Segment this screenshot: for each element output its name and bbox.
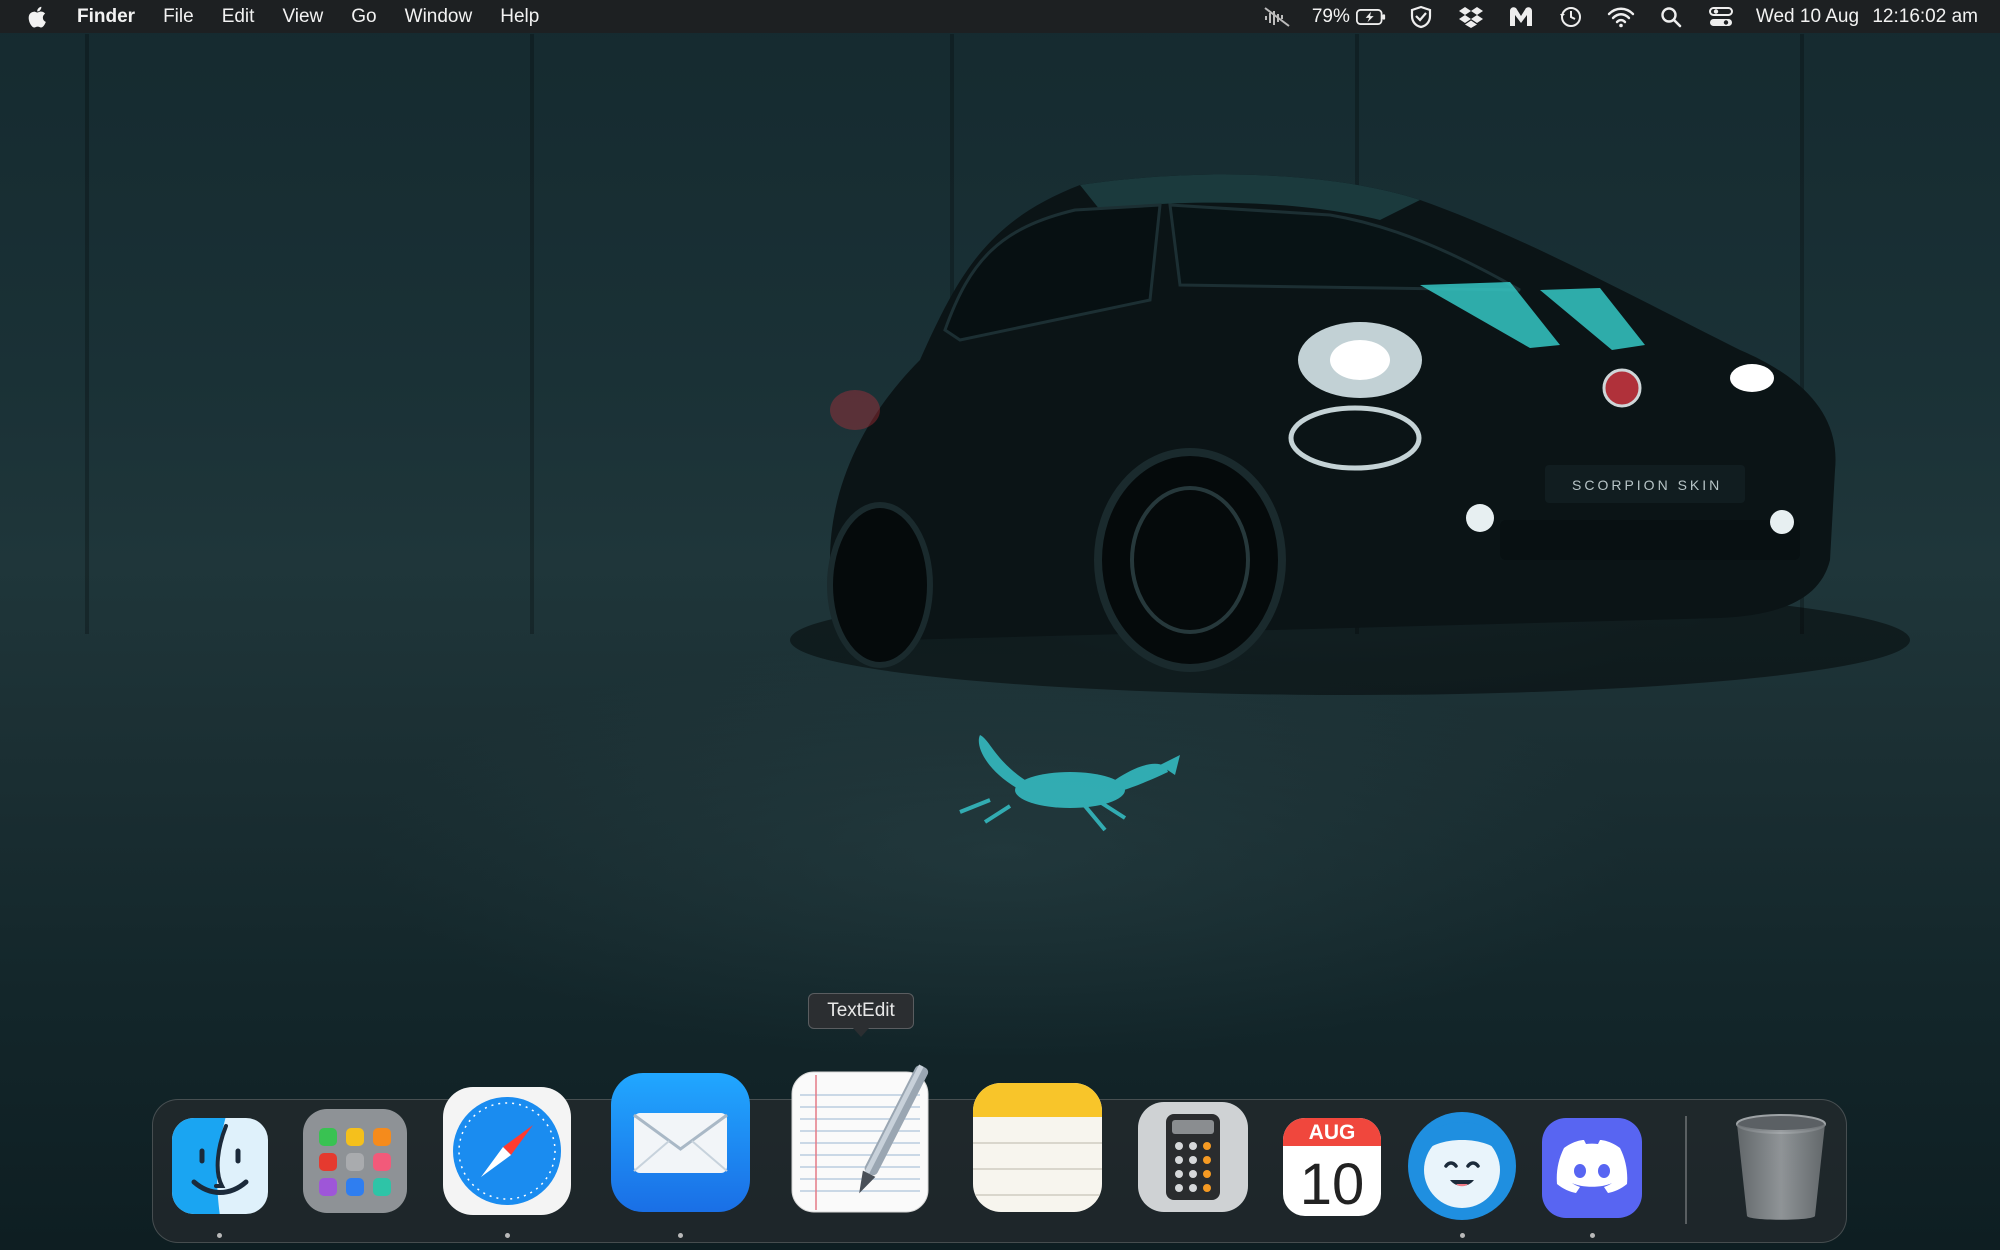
malwarebytes-icon[interactable] xyxy=(1506,5,1536,29)
dock-finder-icon[interactable] xyxy=(170,1116,270,1216)
dock-flycut-icon[interactable] xyxy=(1406,1110,1518,1222)
menu-window[interactable]: Window xyxy=(405,6,473,28)
dock-launchpad-icon[interactable] xyxy=(300,1106,410,1216)
apple-icon[interactable] xyxy=(25,4,51,30)
dock-discord-icon[interactable] xyxy=(1540,1116,1644,1220)
wifi-icon[interactable] xyxy=(1606,5,1636,29)
dock-safari-icon[interactable] xyxy=(441,1085,573,1217)
menu-help[interactable]: Help xyxy=(500,6,539,28)
mute-icon[interactable] xyxy=(1262,5,1292,29)
calendar-day: 10 xyxy=(1300,1152,1365,1217)
dock-calendar-icon[interactable]: AUG 10 xyxy=(1281,1116,1383,1218)
running-indicator-flycut xyxy=(1460,1233,1465,1238)
menu-view[interactable]: View xyxy=(282,6,323,28)
running-indicator-discord xyxy=(1590,1233,1595,1238)
running-indicator-mail xyxy=(678,1233,683,1238)
spotlight-search-icon[interactable] xyxy=(1656,5,1686,29)
dock-separator xyxy=(1685,1116,1687,1224)
dock-mail-icon[interactable] xyxy=(609,1071,752,1214)
menu-bar: Finder File Edit View Go Window Help 79% xyxy=(0,0,2000,33)
car-illustration: SCORPION SKIN xyxy=(790,174,1910,832)
dock-trash-icon[interactable] xyxy=(1731,1110,1831,1224)
menu-edit[interactable]: Edit xyxy=(222,6,255,28)
battery-charging-icon[interactable] xyxy=(1355,5,1386,29)
calendar-month: AUG xyxy=(1309,1121,1356,1144)
dock-calculator-icon[interactable] xyxy=(1136,1100,1250,1214)
running-indicator-safari xyxy=(505,1233,510,1238)
dock-notes-icon[interactable] xyxy=(971,1081,1104,1214)
plate-text: SCORPION SKIN xyxy=(1572,477,1722,493)
dock-textedit-icon[interactable] xyxy=(790,1055,930,1215)
menu-app-name[interactable]: Finder xyxy=(77,6,135,28)
dropbox-icon[interactable] xyxy=(1456,5,1486,29)
battery-percent[interactable]: 79% xyxy=(1312,6,1350,28)
clock-date: Wed 10 Aug xyxy=(1755,5,1860,27)
menubar-clock[interactable]: Wed 10 Aug 12:16:02 am xyxy=(1756,6,1978,28)
desktop-wallpaper: SCORPION SKIN xyxy=(0,0,2000,1250)
menu-file[interactable]: File xyxy=(163,6,194,28)
time-machine-icon[interactable] xyxy=(1556,5,1586,29)
clock-time: 12:16:02 am xyxy=(1872,5,1978,27)
running-indicator-finder xyxy=(217,1233,222,1238)
dock-tooltip: TextEdit xyxy=(808,993,914,1037)
shield-icon[interactable] xyxy=(1406,5,1436,29)
control-center-icon[interactable] xyxy=(1706,5,1736,29)
menu-go[interactable]: Go xyxy=(351,6,376,28)
